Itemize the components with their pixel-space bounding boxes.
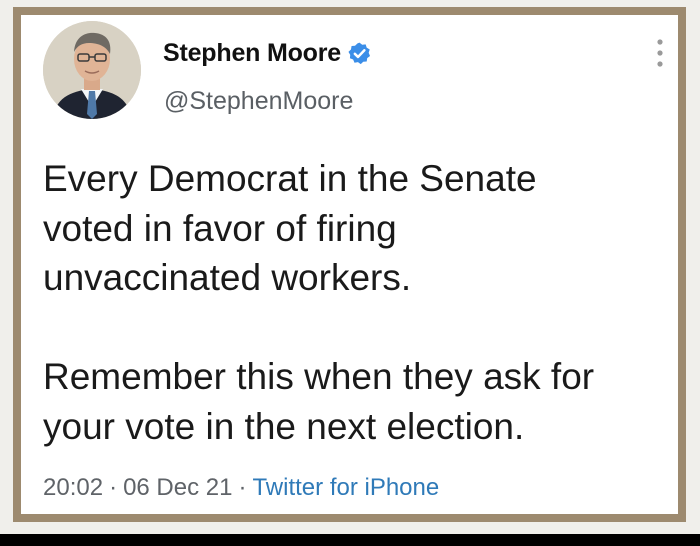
tweet-text: Every Democrat in the Senate voted in fa… [43,158,595,447]
display-name[interactable]: Stephen Moore [163,39,341,68]
tweet-source-link[interactable]: Twitter for iPhone [252,474,439,501]
user-handle[interactable]: @StephenMoore [164,87,353,116]
meta-separator: · [238,474,247,501]
verified-badge-icon [347,41,372,66]
screenshot-frame: Stephen Moore @StephenMoore Every Democr… [0,0,700,534]
tweet-date[interactable]: 06 Dec 21 [123,474,232,501]
display-name-row[interactable]: Stephen Moore [163,39,372,68]
meta-separator: · [109,474,118,501]
tweet-time[interactable]: 20:02 [43,474,103,501]
tweet-metadata: 20:02 · 06 Dec 21 · Twitter for iPhone [43,474,439,502]
profile-avatar[interactable] [43,21,141,119]
more-vertical-icon[interactable] [654,33,666,73]
avatar-image [43,21,141,119]
tweet-card: Stephen Moore @StephenMoore Every Democr… [13,7,686,522]
